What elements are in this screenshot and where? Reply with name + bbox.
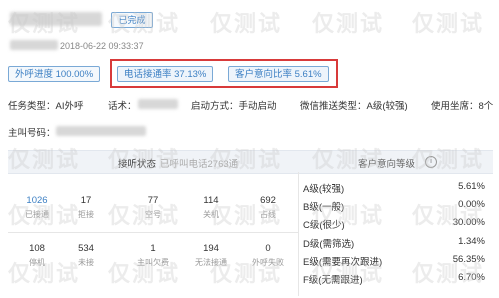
stat-cell: 0 外呼失败	[245, 243, 291, 268]
grade-row: E级(需要再次跟进) 56.35%	[303, 254, 493, 270]
stat-label: 空号	[145, 210, 161, 219]
start-mode: 启动方式：手动启动	[191, 101, 277, 112]
grade-row: C级(很少) 30.00%	[303, 217, 493, 233]
watermark-text: 仅测试	[412, 11, 485, 36]
stat-cell: 1 主叫欠费	[130, 243, 176, 268]
stat-label: 关机	[203, 210, 219, 219]
stat-label: 已接通	[25, 210, 49, 219]
grade-percent: 30.00%	[452, 217, 485, 229]
grade-percent: 1.34%	[458, 235, 485, 247]
stat-label: 停机	[29, 258, 45, 267]
outbound-progress-badge: 外呼进度 100.00%	[8, 66, 101, 82]
grade-name: B级(一般)	[303, 202, 345, 214]
row-divider	[8, 232, 298, 233]
stat-value: 692	[260, 195, 276, 206]
stat-cell: 17 拒接	[63, 195, 109, 220]
connect-rate-badge: 电话接通率 37.13%	[117, 66, 214, 82]
connect-status-title: 接听状态 已呼叫电话2763通	[118, 156, 238, 170]
stat-value[interactable]: 1026	[14, 195, 60, 206]
grade-name: F级(无需跟进)	[303, 275, 363, 286]
grade-percent: 0.00%	[458, 199, 485, 211]
grade-name: E级(需要再次跟进)	[303, 256, 383, 268]
blurred-subtitle	[10, 40, 58, 50]
caller-label: 主叫号码：	[8, 128, 56, 139]
grade-row: F级(无需跟进) 6.70%	[303, 272, 493, 288]
stat-value: 194	[203, 243, 219, 254]
grade-name: D级(需筛选)	[303, 238, 355, 250]
status-badge: 已完成	[111, 12, 153, 28]
stat-value: 534	[78, 243, 94, 254]
timestamp: 2018-06-22 09:33:37	[60, 41, 144, 51]
wechat-push-type: 微信推送类型：A级(较强)	[300, 101, 408, 112]
stat-cell: 77 空号	[130, 195, 176, 220]
script-label: 话术：	[108, 101, 137, 112]
watermark-text: 仅测试	[210, 11, 283, 36]
grade-percent: 5.61%	[458, 181, 485, 192]
info-icon[interactable]: i	[425, 156, 437, 168]
task-type: 任务类型：AI外呼	[8, 101, 84, 112]
grade-row: D级(需筛选) 1.34%	[303, 236, 493, 252]
grade-row: A级(较强) 5.61%	[303, 181, 493, 197]
stat-label: 拒接	[78, 210, 94, 219]
stat-cell[interactable]: 1026 已接通	[14, 195, 60, 220]
column-divider	[298, 172, 299, 296]
stat-value: 108	[29, 243, 45, 254]
connect-status-sub: 已呼叫电话2763通	[160, 159, 239, 170]
stats-panel-header: 接听状态 已呼叫电话2763通 客户意向等级 i	[8, 150, 493, 174]
intent-rate-badge: 客户意向比率 5.61%	[228, 66, 329, 82]
stat-label: 未接	[78, 258, 94, 267]
blurred-title	[10, 12, 102, 26]
grade-row: B级(一般) 0.00%	[303, 199, 493, 215]
intent-level-title: 客户意向等级	[358, 159, 416, 170]
watermark-text: 仅测试	[312, 11, 385, 36]
blurred-caller-number	[56, 126, 146, 136]
stat-value: 17	[80, 195, 92, 206]
grade-name: A级(较强)	[303, 184, 345, 195]
stat-label: 无法接通	[195, 258, 227, 267]
grade-name: C级(很少)	[303, 220, 345, 232]
stat-cell: 108 停机	[14, 243, 60, 268]
stat-label: 占线	[260, 210, 276, 219]
stat-cell: 114 关机	[188, 195, 234, 220]
stat-cell: 692 占线	[245, 195, 291, 220]
seat-count: 使用坐席：8个	[431, 101, 494, 112]
blurred-script-name	[138, 99, 178, 109]
stat-cell: 534 未接	[63, 243, 109, 268]
grade-percent: 6.70%	[458, 272, 485, 283]
stat-label: 主叫欠费	[137, 258, 169, 267]
stat-label: 外呼失败	[252, 258, 284, 267]
connect-status-label: 接听状态	[118, 159, 157, 170]
stat-value: 0	[265, 243, 271, 254]
caller-row: 主叫号码：	[8, 125, 56, 139]
stat-value: 1	[150, 243, 156, 254]
stat-value: 77	[147, 195, 159, 206]
stat-cell: 194 无法接通	[188, 243, 234, 268]
grade-percent: 56.35%	[452, 253, 485, 265]
stat-value: 114	[203, 195, 219, 206]
